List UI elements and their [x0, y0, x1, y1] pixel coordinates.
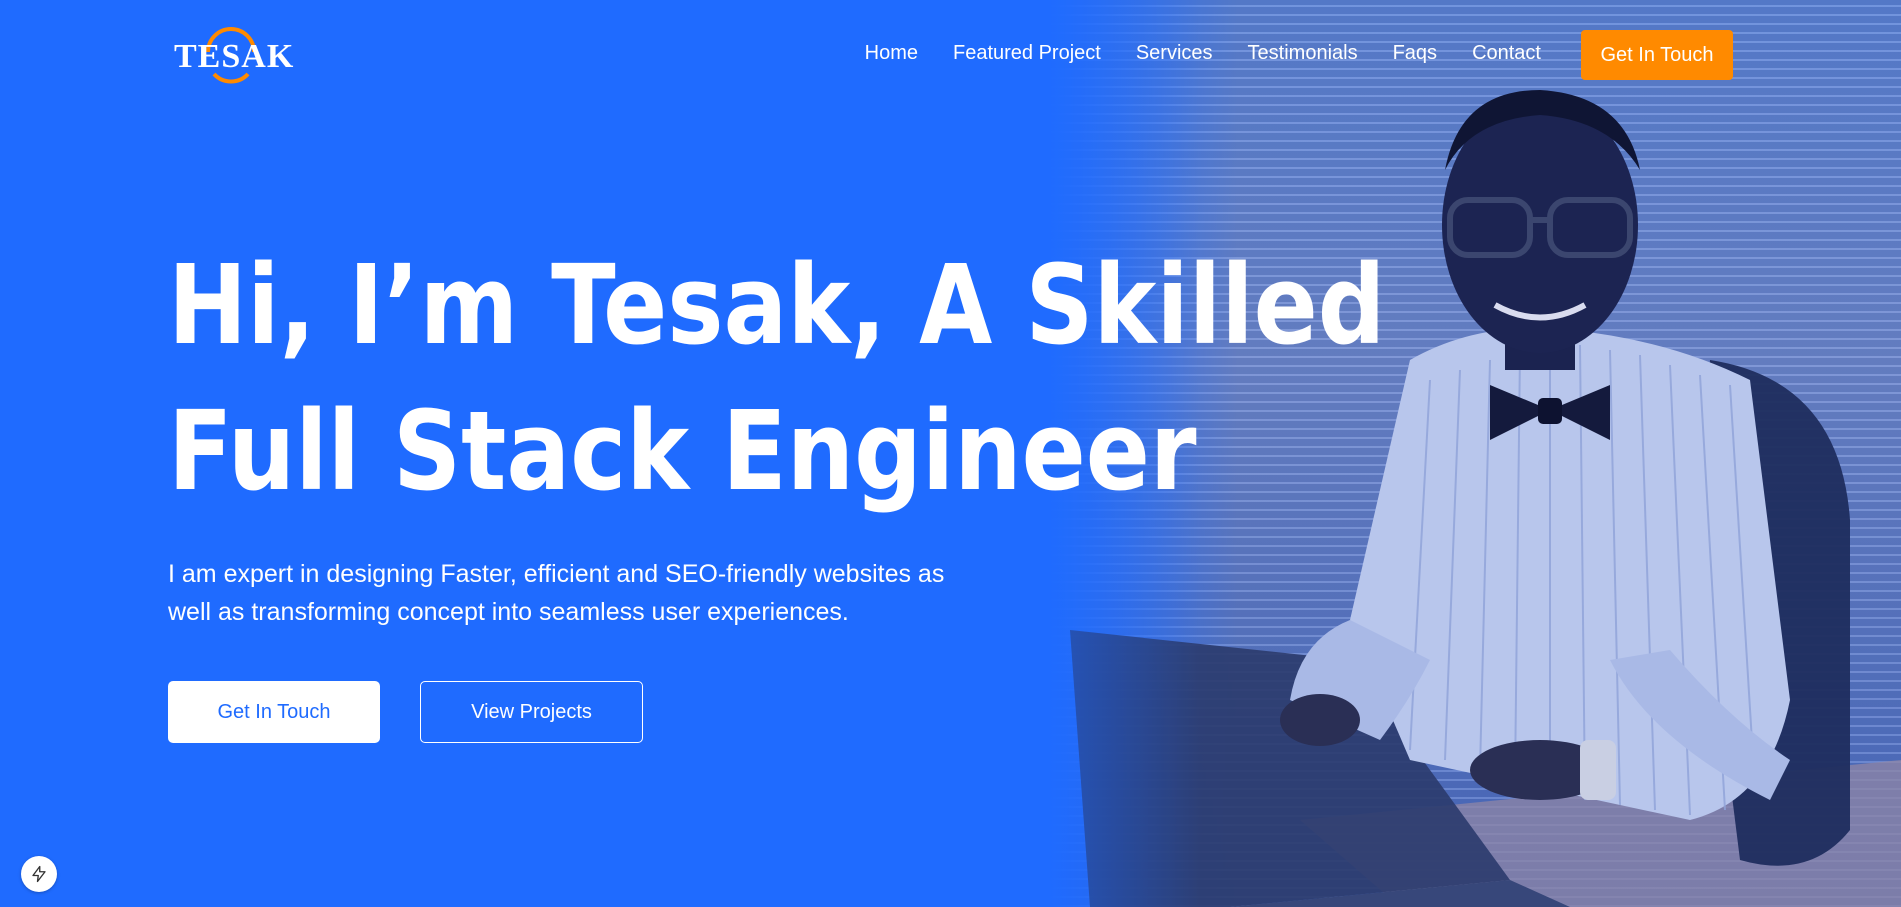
- nav-faqs[interactable]: Faqs: [1393, 42, 1437, 65]
- site-logo[interactable]: TESAK: [172, 22, 295, 86]
- hero-headline-line-1: Hi, I’m Tesak, A Skilled: [168, 241, 1386, 369]
- get-in-touch-button[interactable]: Get In Touch: [168, 681, 380, 743]
- nav-services[interactable]: Services: [1136, 42, 1213, 65]
- hero-section: TESAK Home Featured Project Services Tes…: [0, 0, 1901, 907]
- nav-home[interactable]: Home: [865, 42, 918, 65]
- nav-featured-project[interactable]: Featured Project: [953, 42, 1101, 65]
- logo-text: TESAK: [174, 38, 295, 75]
- nav-testimonials[interactable]: Testimonials: [1248, 42, 1358, 65]
- floating-badge[interactable]: [21, 856, 57, 892]
- header-get-in-touch-button[interactable]: Get In Touch: [1581, 30, 1733, 80]
- hero-headline: Hi, I’m Tesak, A Skilled Full Stack Engi…: [168, 232, 1386, 524]
- lightning-icon: [32, 865, 46, 883]
- main-nav: Home Featured Project Services Testimoni…: [865, 42, 1541, 65]
- hero-headline-line-2: Full Stack Engineer: [168, 387, 1197, 515]
- nav-contact[interactable]: Contact: [1472, 42, 1541, 65]
- site-header: TESAK Home Featured Project Services Tes…: [0, 0, 1901, 110]
- view-projects-button[interactable]: View Projects: [420, 681, 643, 743]
- hero-subtext: I am expert in designing Faster, efficie…: [168, 560, 945, 626]
